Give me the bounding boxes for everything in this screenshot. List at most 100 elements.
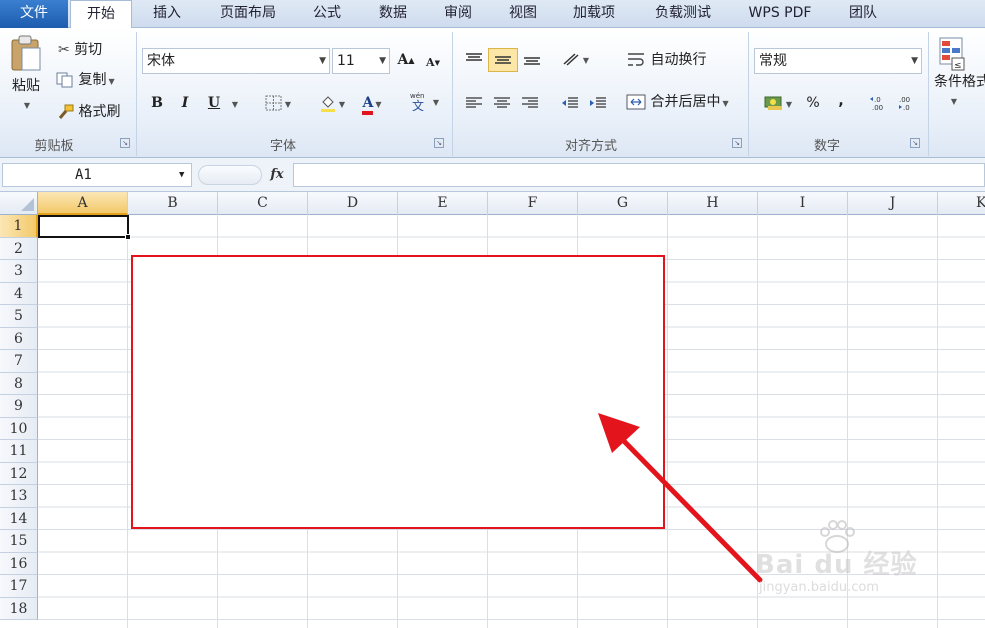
row-header-7[interactable]: 7 <box>0 350 38 373</box>
row-header-13[interactable]: 13 <box>0 485 38 508</box>
tab-insert[interactable]: 插入 <box>134 0 200 28</box>
row-header-18[interactable]: 18 <box>0 597 38 620</box>
font-size-combo[interactable]: 11 ▼ <box>332 48 390 74</box>
currency-icon <box>764 96 782 110</box>
number-format-combo[interactable]: 常规 ▼ <box>754 48 922 74</box>
align-right-button[interactable] <box>518 92 542 116</box>
row-header-2[interactable]: 2 <box>0 237 38 260</box>
percent-button[interactable]: % <box>802 92 824 116</box>
merge-center-button[interactable]: 合并后居中 ▼ <box>626 92 729 114</box>
orientation-button[interactable]: ▼ <box>558 48 592 72</box>
comma-button[interactable]: , <box>832 90 850 114</box>
bold-button[interactable]: B <box>146 92 168 116</box>
formula-input[interactable] <box>293 163 985 187</box>
row-header-1[interactable]: 1 <box>0 215 38 238</box>
fill-color-button[interactable]: ▼ <box>314 92 350 116</box>
underline-button[interactable]: U <box>202 92 226 116</box>
text-orientation-icon <box>563 53 579 66</box>
decrease-decimal-button[interactable]: .00.0 <box>896 92 920 116</box>
clipboard-launcher-icon[interactable]: ↘ <box>120 138 130 148</box>
select-all-triangle-icon <box>21 198 34 211</box>
column-header-j[interactable]: J <box>848 192 938 215</box>
font-launcher-icon[interactable]: ↘ <box>434 138 444 148</box>
wrap-text-icon <box>628 53 644 66</box>
align-bottom-button[interactable] <box>520 48 544 72</box>
svg-text:文: 文 <box>412 98 424 111</box>
active-cell-a1[interactable] <box>38 215 129 238</box>
tab-home[interactable]: 开始 <box>70 0 132 29</box>
row-header-16[interactable]: 16 <box>0 552 38 575</box>
tab-data[interactable]: 数据 <box>362 0 424 28</box>
column-header-d[interactable]: D <box>308 192 398 215</box>
watermark-brand: Bai du 经验 <box>755 550 918 580</box>
align-center-button[interactable] <box>490 92 514 116</box>
row-header-17[interactable]: 17 <box>0 575 38 598</box>
align-left-button[interactable] <box>462 92 486 116</box>
paste-button[interactable]: 粘贴 ▼ <box>6 34 46 116</box>
column-header-f[interactable]: F <box>488 192 578 215</box>
tab-load-test[interactable]: 负载测试 <box>638 0 728 28</box>
align-top-button[interactable] <box>462 48 486 72</box>
svg-text:.0: .0 <box>874 96 881 104</box>
scissors-icon: ✂ <box>58 42 70 58</box>
row-header-12[interactable]: 12 <box>0 462 38 485</box>
row-header-15[interactable]: 15 <box>0 530 38 553</box>
copy-button[interactable]: 复制 ▼ <box>56 70 115 92</box>
column-header-b[interactable]: B <box>128 192 218 215</box>
row-header-3[interactable]: 3 <box>0 260 38 283</box>
increase-indent-button[interactable] <box>586 92 610 116</box>
align-middle-button[interactable] <box>488 48 518 72</box>
row-header-8[interactable]: 8 <box>0 372 38 395</box>
tab-addins[interactable]: 加载项 <box>558 0 630 28</box>
chevron-down-icon: ▼ <box>319 56 326 66</box>
tab-wps-pdf[interactable]: WPS PDF <box>735 0 825 28</box>
grow-font-button[interactable]: A▲ <box>396 49 416 73</box>
name-box[interactable]: A1 ▼ <box>2 163 192 187</box>
row-header-5[interactable]: 5 <box>0 305 38 328</box>
row-header-14[interactable]: 14 <box>0 507 38 530</box>
tab-page-layout[interactable]: 页面布局 <box>205 0 291 28</box>
select-all-button[interactable] <box>0 192 38 215</box>
borders-button[interactable]: ▼ <box>258 92 298 116</box>
column-header-a[interactable]: A <box>38 192 128 215</box>
row-header-6[interactable]: 6 <box>0 327 38 350</box>
number-launcher-icon[interactable]: ↘ <box>910 138 920 148</box>
tab-formulas[interactable]: 公式 <box>296 0 358 28</box>
chevron-down-icon: ▼ <box>179 170 185 180</box>
italic-button[interactable]: I <box>174 92 196 116</box>
tab-team[interactable]: 团队 <box>832 0 894 28</box>
increase-decimal-button[interactable]: .0.00 <box>868 92 892 116</box>
borders-icon <box>265 95 282 111</box>
tab-review[interactable]: 审阅 <box>427 0 489 28</box>
column-header-k[interactable]: K <box>938 192 985 215</box>
column-header-i[interactable]: I <box>758 192 848 215</box>
annotation-arrow-icon <box>598 413 763 583</box>
decrease-indent-button[interactable] <box>558 92 582 116</box>
formula-bar-divider-handle[interactable] <box>198 165 262 185</box>
row-header-4[interactable]: 4 <box>0 282 38 305</box>
phonetic-button[interactable]: wén 文 ▼ <box>404 90 444 114</box>
cut-button[interactable]: ✂ 剪切 <box>58 40 102 60</box>
conditional-format-button[interactable]: ≤ 条件格式 ▼ <box>934 36 985 112</box>
column-header-c[interactable]: C <box>218 192 308 215</box>
underline-dropdown[interactable]: ▼ <box>228 92 240 116</box>
row-header-9[interactable]: 9 <box>0 395 38 418</box>
insert-function-button[interactable]: fx <box>262 163 292 187</box>
accounting-format-button[interactable]: ▼ <box>758 92 798 116</box>
svg-text:.00: .00 <box>872 104 883 112</box>
alignment-launcher-icon[interactable]: ↘ <box>732 138 742 148</box>
row-header-11[interactable]: 11 <box>0 440 38 463</box>
tab-view[interactable]: 视图 <box>492 0 554 28</box>
tab-file[interactable]: 文件 <box>0 0 68 28</box>
column-header-g[interactable]: G <box>578 192 668 215</box>
column-header-e[interactable]: E <box>398 192 488 215</box>
shrink-font-button[interactable]: A▼ <box>424 52 442 76</box>
font-color-button[interactable]: A ▼ <box>352 92 392 116</box>
wrap-text-button[interactable]: 自动换行 <box>626 50 706 70</box>
column-header-h[interactable]: H <box>668 192 758 215</box>
decrease-indent-icon <box>562 97 578 108</box>
font-name-combo[interactable]: 宋体 ▼ <box>142 48 330 74</box>
row-header-10[interactable]: 10 <box>0 417 38 440</box>
format-painter-button[interactable]: 格式刷 <box>56 102 120 122</box>
fill-handle[interactable] <box>125 234 131 240</box>
